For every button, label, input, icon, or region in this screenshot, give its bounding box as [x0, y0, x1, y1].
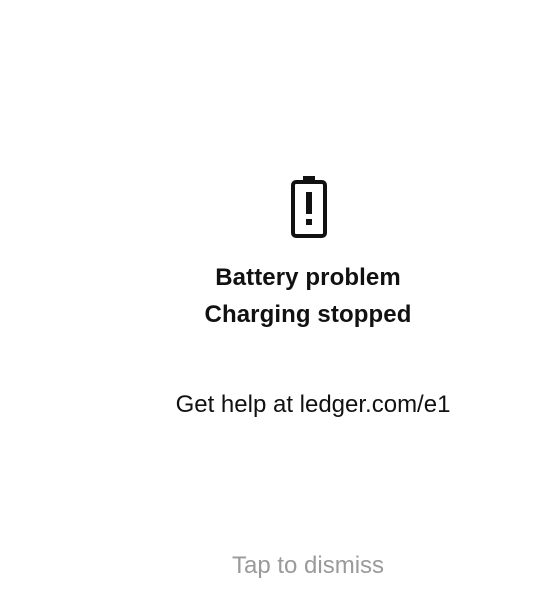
help-text: Get help at ledger.com/e1 — [175, 391, 451, 418]
battery-alert-screen[interactable]: Battery problem Charging stopped Get hel… — [0, 0, 544, 611]
alert-subtitle: Charging stopped — [204, 301, 412, 328]
battery-warning-icon — [289, 174, 329, 238]
alert-title: Battery problem — [215, 264, 401, 291]
dismiss-hint[interactable]: Tap to dismiss — [0, 552, 544, 580]
